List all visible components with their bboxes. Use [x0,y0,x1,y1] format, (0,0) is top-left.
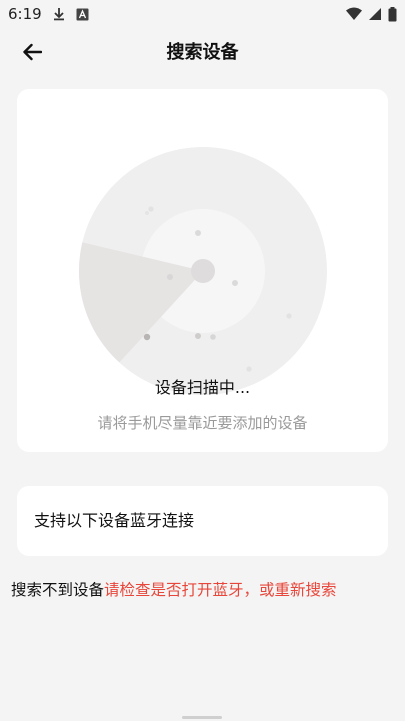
a-icon [76,8,89,21]
help-text: 搜索不到设备请检查是否打开蓝牙，或重新搜索 [11,578,337,600]
help-text-prefix: 搜索不到设备 [11,581,105,599]
download-icon [52,7,66,21]
radar-scan-graphic [79,147,327,395]
supported-devices-title: 支持以下设备蓝牙连接 [34,511,195,530]
gesture-nav-bar [182,716,222,719]
battery-icon [388,6,397,22]
signal-icon [368,7,382,21]
scan-card: 设备扫描中... 请将手机尽量靠近要添加的设备 [17,89,388,452]
help-text-alert[interactable]: 请检查是否打开蓝牙，或重新搜索 [104,581,337,599]
wifi-icon [346,7,362,21]
page-title: 搜索设备 [166,42,239,63]
scan-hint-text: 请将手机尽量靠近要添加的设备 [97,414,308,432]
status-bar: 6:19 [0,0,405,28]
status-right [346,6,397,22]
app-bar: 搜索设备 [0,28,405,74]
status-left: 6:19 [8,5,89,23]
status-time: 6:19 [8,5,42,23]
scan-status-text: 设备扫描中... [154,378,251,397]
supported-devices-card: 支持以下设备蓝牙连接 [17,486,388,556]
